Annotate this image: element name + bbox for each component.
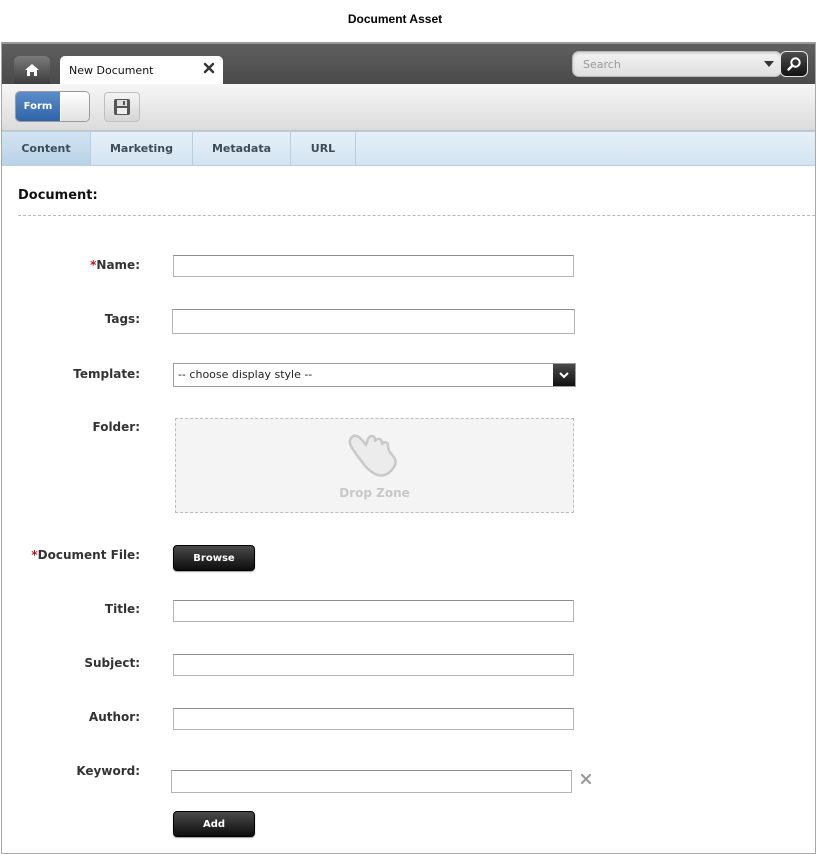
search-box — [572, 51, 782, 77]
template-label: Template: — [73, 367, 140, 381]
search-icon — [787, 57, 801, 71]
document-file-label: *Document File: — [2, 548, 140, 562]
tags-field[interactable] — [172, 309, 575, 334]
keyword-field[interactable] — [171, 770, 572, 793]
name-label-text: Name: — [96, 258, 140, 272]
top-bar: New Document — [2, 44, 815, 84]
template-select[interactable]: -- choose display style -- — [173, 363, 576, 387]
title-label: Title: — [104, 602, 140, 616]
tags-label: Tags: — [104, 312, 140, 326]
subject-field[interactable] — [173, 654, 574, 676]
tab-new-document[interactable]: New Document — [60, 56, 223, 84]
home-tab[interactable] — [14, 56, 50, 84]
floppy-disk-icon — [114, 99, 130, 115]
name-field[interactable] — [173, 255, 574, 277]
folder-drop-zone[interactable]: Drop Zone — [175, 418, 574, 513]
tab-url[interactable]: URL — [291, 132, 356, 165]
folder-label: Folder: — [92, 420, 140, 434]
editor-window: New Document Form — [1, 42, 816, 854]
subject-label: Subject: — [84, 656, 140, 670]
chevron-down-icon[interactable] — [764, 61, 774, 67]
pointing-hand-icon — [348, 434, 397, 477]
tab-content[interactable]: Content — [2, 132, 91, 165]
author-label: Author: — [88, 710, 140, 724]
name-label: *Name: — [2, 258, 140, 272]
section-title: Document: — [18, 188, 98, 203]
save-button[interactable] — [104, 92, 140, 122]
divider — [18, 215, 815, 216]
tab-label: New Document — [69, 64, 154, 77]
form-toggle[interactable]: Form — [15, 91, 90, 122]
home-icon — [25, 64, 39, 76]
form-toggle-label: Form — [16, 92, 60, 121]
toolbar: Form — [2, 84, 815, 131]
drop-zone-label: Drop Zone — [339, 486, 410, 500]
tab-metadata[interactable]: Metadata — [193, 132, 291, 165]
keyword-label: Keyword: — [76, 764, 140, 778]
page-title: Document Asset — [347, 12, 443, 26]
toggle-knob — [61, 92, 89, 121]
add-keyword-button[interactable]: Add — [173, 811, 255, 837]
search-button[interactable] — [780, 51, 808, 77]
content-tabs: Content Marketing Metadata URL — [2, 131, 815, 166]
document-file-label-text: Document File: — [37, 548, 140, 562]
browse-button[interactable]: Browse — [173, 545, 255, 571]
chevron-down-icon[interactable] — [553, 364, 575, 386]
tab-marketing[interactable]: Marketing — [91, 132, 193, 165]
search-input[interactable] — [583, 55, 755, 73]
template-selected-value: -- choose display style -- — [178, 368, 313, 381]
author-field[interactable] — [173, 708, 574, 730]
title-field[interactable] — [173, 600, 574, 622]
close-icon[interactable] — [580, 773, 592, 785]
close-icon[interactable] — [202, 61, 216, 75]
